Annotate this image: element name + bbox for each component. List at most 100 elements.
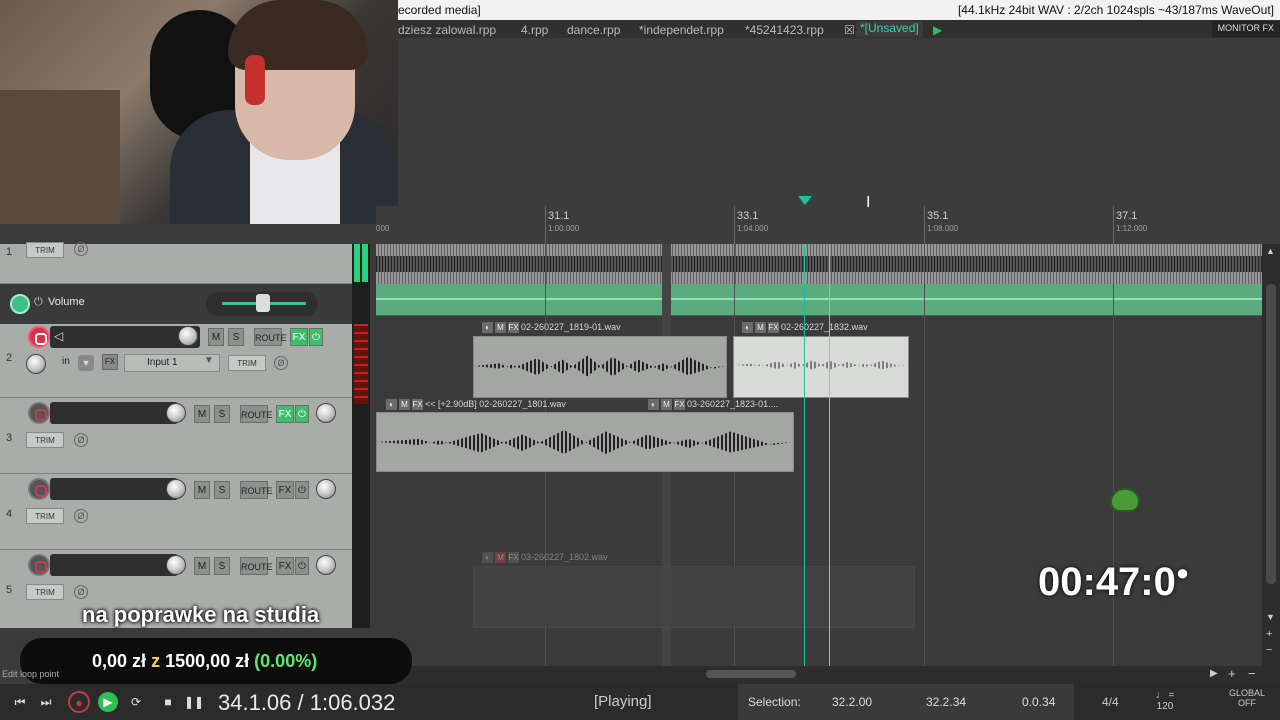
track-3-controls[interactable]: 3 M S ROUTE FX ⏻ TRIM Ø [0, 398, 352, 474]
phase-icon[interactable]: Ø [74, 433, 88, 447]
solo-button[interactable]: S [228, 328, 244, 346]
media-item[interactable] [473, 336, 727, 398]
media-item-selected[interactable] [733, 336, 909, 398]
input-mode-label[interactable]: in [62, 356, 70, 367]
item-header[interactable]: ◐ M FX 02-260227_1819-01.wav [482, 322, 621, 334]
speaker-icon[interactable]: ◁ [54, 329, 63, 343]
tab-project-1[interactable]: dziesz zalowal.rpp [398, 23, 496, 37]
track-name-field[interactable] [50, 554, 178, 576]
route-button[interactable]: ROUTE [240, 557, 273, 575]
zoom-out-vertical-icon[interactable]: − [1266, 644, 1272, 656]
vertical-scroll-thumb[interactable] [1266, 284, 1276, 584]
fx-power-icon[interactable]: ⏻ [295, 481, 309, 499]
volume-knob[interactable] [166, 403, 186, 423]
mute-button[interactable]: M [194, 405, 210, 423]
stop-button[interactable]: ■ [158, 692, 178, 712]
phase-icon[interactable]: Ø [74, 585, 88, 599]
volume-knob[interactable] [178, 326, 198, 346]
go-to-start-icon[interactable]: ⏮ [10, 692, 30, 712]
playback-cursor[interactable] [804, 244, 805, 666]
vertical-scrollbar[interactable]: ▲ ▼ + − [1262, 244, 1280, 666]
playhead-marker-icon[interactable] [798, 196, 812, 205]
monitor-fx-button[interactable]: MONITOR FX [1211, 21, 1280, 37]
media-item[interactable] [376, 412, 794, 472]
global-automation-toggle[interactable]: GLOBAL OFF [1222, 688, 1272, 708]
tab-project-4[interactable]: *independet.rpp [639, 23, 724, 37]
tab-project-active[interactable]: *[Unsaved] [856, 21, 923, 37]
input-dropdown-icon[interactable]: ▼ [204, 355, 214, 366]
item-header[interactable]: ◐ M FX 03-260227_1802.wav [482, 552, 608, 564]
metronome-icon[interactable]: ♩ = [1150, 690, 1180, 701]
pan-knob[interactable] [316, 403, 336, 423]
route-button[interactable]: ROUTE [240, 405, 273, 423]
envelope-slider-thumb[interactable] [256, 294, 270, 312]
tempo-display[interactable]: ♩ = 120 [1150, 690, 1180, 712]
phase-icon[interactable]: Ø [74, 242, 88, 256]
track-name-field[interactable] [50, 402, 178, 424]
zoom-out-horizontal-icon[interactable]: − [1248, 666, 1256, 681]
record-arm-button[interactable] [28, 554, 50, 576]
volume-envelope-row[interactable]: ⏻ Volume [0, 284, 352, 324]
fx-power-icon[interactable]: ⏻ [309, 328, 323, 346]
pan-knob[interactable] [316, 479, 336, 499]
selection-end[interactable]: 32.2.34 [926, 695, 966, 709]
volume-knob[interactable] [166, 555, 186, 575]
scroll-right-icon[interactable]: ▶ [1210, 668, 1218, 679]
fx-power-icon[interactable]: ⏻ [295, 557, 309, 575]
fx-button[interactable]: FX [290, 328, 308, 346]
record-button[interactable]: ● [68, 691, 90, 713]
selection-start[interactable]: 32.2.00 [832, 695, 872, 709]
pan-knob[interactable] [316, 555, 336, 575]
pause-button[interactable]: ❚❚ [184, 692, 204, 712]
fx-button[interactable]: FX [276, 405, 294, 423]
item-header[interactable]: ◐ M FX << [+2.90dB] 02-260227_1801.wav [386, 399, 566, 411]
envelope-power-icon[interactable]: ⏻ [34, 296, 43, 309]
scroll-down-icon[interactable]: ▼ [1266, 612, 1275, 622]
pan-knob[interactable] [26, 354, 46, 374]
item-header[interactable]: ◐ M FX 03-260227_1823-01.... [648, 399, 778, 411]
trim-button[interactable]: TRIM [26, 432, 64, 448]
zoom-in-horizontal-icon[interactable]: + [1228, 666, 1236, 681]
edit-cursor[interactable] [829, 244, 830, 666]
time-signature[interactable]: 4/4 [1102, 695, 1119, 709]
phase-icon[interactable]: Ø [274, 356, 288, 370]
envelope-icon[interactable] [10, 294, 30, 314]
media-item-muted[interactable] [473, 566, 915, 628]
record-arm-button[interactable] [28, 326, 50, 348]
track-2-controls[interactable]: 2 ◁ M S ROUTE FX ⏻ in ▼ FX Input 1 ▼ TRI… [0, 324, 352, 398]
mute-button[interactable]: M [208, 328, 224, 346]
route-button[interactable]: ROUTE [254, 328, 287, 346]
play-button[interactable]: ▶ [98, 692, 118, 712]
record-arm-button[interactable] [28, 402, 50, 424]
mute-button[interactable]: M [194, 557, 210, 575]
record-arm-button[interactable] [28, 478, 50, 500]
trim-button[interactable]: TRIM [26, 242, 64, 258]
trim-button[interactable]: TRIM [26, 584, 64, 600]
track-4-controls[interactable]: 4 M S ROUTE FX ⏻ TRIM Ø [0, 474, 352, 550]
track-name-field[interactable] [50, 478, 178, 500]
track-1-waveform[interactable] [376, 244, 1262, 284]
trim-button[interactable]: TRIM [228, 355, 266, 371]
track-1-controls[interactable]: 1 TRIM Ø [0, 242, 352, 284]
fx-button[interactable]: FX [276, 481, 294, 499]
repeat-toggle-icon[interactable]: ⟳ [126, 692, 146, 712]
horizontal-scrollbar[interactable]: ▶ + − [376, 666, 1280, 684]
phase-icon[interactable]: Ø [74, 509, 88, 523]
selection-length[interactable]: 0.0.34 [1022, 695, 1055, 709]
tab-project-3[interactable]: dance.rpp [567, 23, 620, 37]
zoom-in-vertical-icon[interactable]: + [1266, 628, 1272, 640]
go-to-end-icon[interactable]: ⏭ [36, 692, 56, 712]
timeline-ruler[interactable]: 000 31.1 1:00.000 33.1 1:04.000 35.1 1:0… [376, 194, 1262, 244]
mute-button[interactable]: M [194, 481, 210, 499]
horizontal-scroll-thumb[interactable] [706, 670, 796, 678]
selection-display[interactable]: Selection: 32.2.00 32.2.34 0.0.34 [738, 684, 1074, 720]
input-mode-dropdown-icon[interactable]: ▼ [78, 355, 94, 371]
trim-button[interactable]: TRIM [26, 508, 64, 524]
close-tab-icon[interactable]: ☒ [844, 23, 855, 37]
fx-button[interactable]: FX [276, 557, 294, 575]
tab-project-2[interactable]: 4.rpp [521, 23, 548, 37]
volume-envelope-lane[interactable] [376, 284, 1262, 316]
tab-project-5[interactable]: *45241423.rpp [745, 23, 824, 37]
solo-button[interactable]: S [214, 557, 230, 575]
solo-button[interactable]: S [214, 481, 230, 499]
